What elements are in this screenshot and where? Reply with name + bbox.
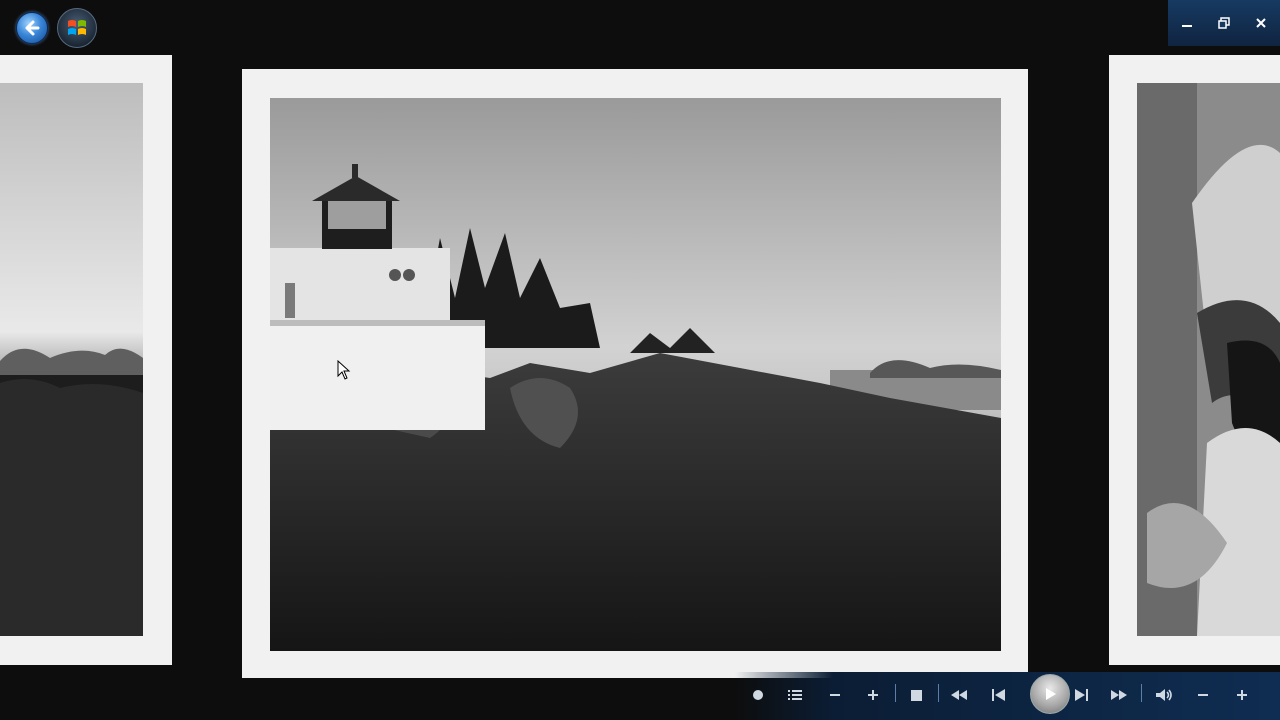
start-orb-button[interactable] <box>57 8 97 48</box>
fast-forward-icon <box>1111 690 1127 700</box>
zoom-in-button[interactable] <box>860 682 886 708</box>
play-button[interactable] <box>1030 674 1070 714</box>
close-icon <box>1256 18 1267 28</box>
zoom-out-icon <box>830 694 840 696</box>
zoom-in-icon <box>868 690 878 700</box>
previous-icon <box>992 689 1005 701</box>
pixelated-closeup-photo <box>1137 83 1280 636</box>
restore-icon <box>1218 17 1230 29</box>
next-icon <box>1075 689 1088 701</box>
restore-button[interactable] <box>1209 8 1239 38</box>
minimize-button[interactable] <box>1172 8 1202 38</box>
list-button[interactable] <box>782 682 808 708</box>
previous-photo-frame[interactable] <box>0 55 172 665</box>
separator <box>1141 684 1142 702</box>
mouse-cursor-icon <box>337 360 351 380</box>
zoom-out-button[interactable] <box>822 682 848 708</box>
volume-up-button[interactable] <box>1229 682 1255 708</box>
volume-icon <box>1156 689 1172 701</box>
current-photo-frame[interactable] <box>242 69 1028 678</box>
minimize-icon <box>1181 25 1192 27</box>
rewind-icon <box>951 690 967 700</box>
separator <box>895 684 896 702</box>
back-arrow-icon <box>25 20 40 36</box>
volume-button[interactable] <box>1151 682 1177 708</box>
volume-down-icon <box>1198 694 1208 696</box>
rewind-button[interactable] <box>946 682 972 708</box>
close-button[interactable] <box>1246 8 1276 38</box>
record-button[interactable] <box>745 682 771 708</box>
volume-down-button[interactable] <box>1190 682 1216 708</box>
title-bar <box>0 0 1280 54</box>
previous-button[interactable] <box>986 682 1012 708</box>
play-icon <box>1046 688 1056 700</box>
back-button[interactable] <box>16 12 48 44</box>
window-controls <box>1168 0 1280 46</box>
coastline-photo <box>0 83 143 636</box>
stop-icon <box>910 689 922 701</box>
lighthouse-photo <box>270 98 1001 651</box>
volume-up-icon <box>1237 690 1247 700</box>
stop-button[interactable] <box>903 682 929 708</box>
playback-controls-bar <box>735 672 1280 720</box>
fast-forward-button[interactable] <box>1106 682 1132 708</box>
record-icon <box>753 690 763 700</box>
list-icon <box>788 690 802 700</box>
windows-orb-icon <box>68 20 86 35</box>
next-button[interactable] <box>1068 682 1094 708</box>
next-photo-frame[interactable] <box>1109 55 1280 665</box>
separator <box>938 684 939 702</box>
